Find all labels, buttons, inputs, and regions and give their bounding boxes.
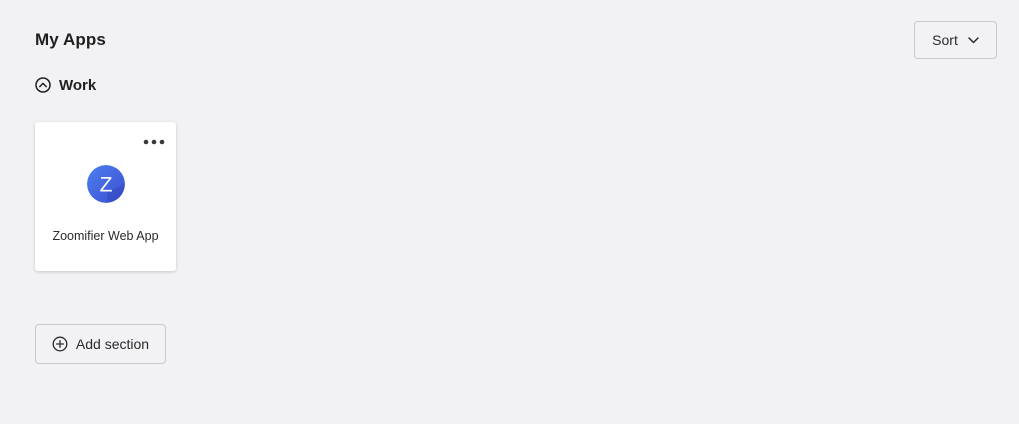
sort-label: Sort [932,32,958,48]
chevron-down-icon [968,36,979,44]
add-section-button[interactable]: Add section [35,324,166,364]
section-title: Work [59,76,97,94]
app-name: Zoomifier Web App [52,229,159,243]
app-card[interactable]: Z Zoomifier Web App [35,122,176,271]
page-title: My Apps [35,30,106,49]
add-section-label: Add section [75,336,150,352]
app-logo-letter: Z [100,174,113,197]
more-options-icon[interactable] [142,135,166,149]
section-header-work[interactable]: Work [35,76,96,94]
chevron-up-circle-icon[interactable] [35,77,51,93]
app-logo-icon: Z [87,165,125,203]
plus-circle-icon [52,336,68,352]
sort-button[interactable]: Sort [914,21,997,59]
